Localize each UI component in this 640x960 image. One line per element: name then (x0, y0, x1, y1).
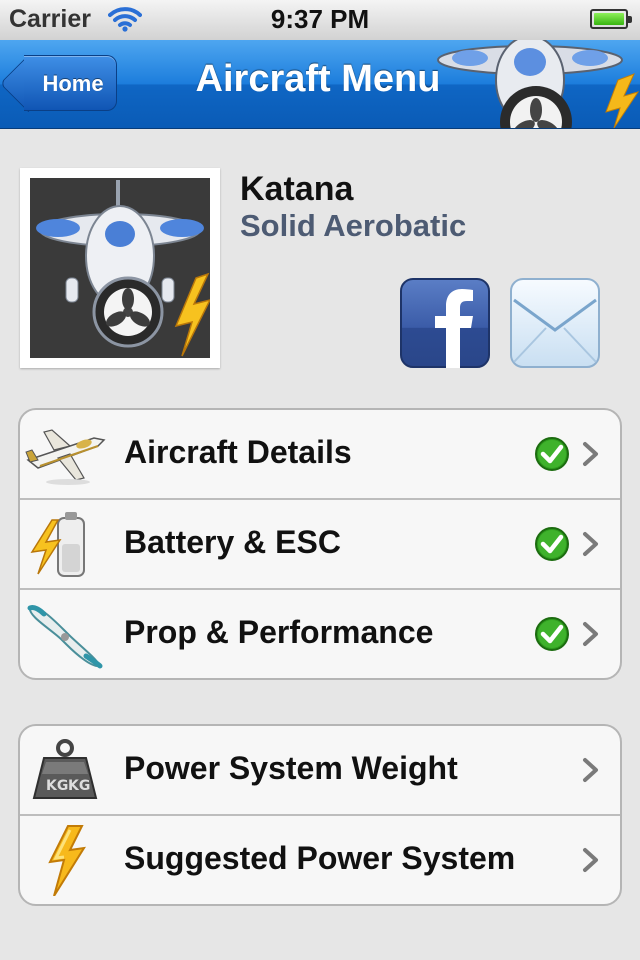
list-item-aircraft-details[interactable]: Aircraft Details (20, 410, 620, 500)
aircraft-thumbnail[interactable] (20, 168, 220, 368)
svg-text:KG: KG (68, 778, 90, 794)
status-time: 9:37 PM (270, 4, 370, 34)
airplane-icon (25, 429, 106, 485)
chevron-right-icon (583, 758, 598, 782)
power-system-group: KG KG Power System Weight Suggested Powe… (18, 724, 622, 906)
mail-icon (510, 278, 600, 368)
list-item-label: Aircraft Details (124, 434, 352, 470)
list-item-suggested-power-system[interactable]: Suggested Power System (20, 816, 620, 904)
status-bar: Carrier 9:37 PM (0, 0, 640, 41)
home-back-button[interactable]: Home (24, 55, 117, 111)
chevron-right-icon (583, 848, 598, 872)
chevron-right-icon (583, 622, 598, 646)
email-share-button[interactable] (510, 278, 600, 368)
navigation-bar: Home Aircraft Menu (0, 40, 640, 129)
chevron-right-icon (583, 532, 598, 556)
kg-weight-icon: KG KG (32, 739, 98, 799)
aircraft-image-icon (36, 180, 212, 357)
list-item-label: Prop & Performance (124, 614, 434, 650)
facebook-icon (400, 278, 490, 368)
propeller-icon (27, 605, 103, 669)
checkmark-icon (535, 437, 569, 471)
checkmark-icon (535, 617, 569, 651)
list-item-power-system-weight[interactable]: KG KG Power System Weight (20, 726, 620, 816)
lightning-icon (48, 825, 86, 896)
home-back-label: Home (42, 71, 104, 96)
svg-text:KG: KG (46, 778, 68, 794)
aircraft-type: Solid Aerobatic (240, 208, 467, 243)
battery-bolt-icon (30, 512, 85, 577)
battery-icon (590, 9, 632, 29)
list-item-label: Suggested Power System (124, 840, 516, 876)
list-item-label: Battery & ESC (124, 524, 341, 560)
list-item-battery-esc[interactable]: Battery & ESC (20, 500, 620, 590)
setup-steps-group: Aircraft Details Battery & ESC Prop & Pe… (18, 408, 622, 680)
aircraft-name: Katana (240, 170, 354, 208)
list-item-prop-performance[interactable]: Prop & Performance (20, 590, 620, 678)
chevron-right-icon (583, 442, 598, 466)
facebook-share-button[interactable] (400, 278, 490, 368)
list-item-label: Power System Weight (124, 750, 458, 786)
checkmark-icon (535, 527, 569, 561)
